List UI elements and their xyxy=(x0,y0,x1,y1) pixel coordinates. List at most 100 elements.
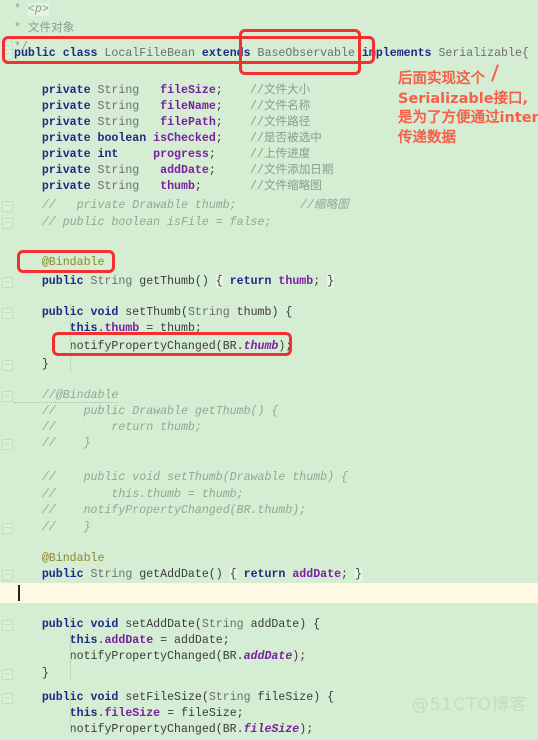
code-token-cmti: // public Drawable getThumb() { xyxy=(14,405,279,418)
code-line[interactable]: @Bindable xyxy=(0,253,538,273)
code-token-typ: Serializable{ xyxy=(438,47,529,60)
fold-toggle-icon[interactable] xyxy=(2,201,13,212)
fold-toggle-icon[interactable] xyxy=(2,570,13,581)
code-token-cmt: * 文件对象 xyxy=(14,22,75,35)
code-token-fld: thumb xyxy=(104,322,140,335)
code-token-pl: } xyxy=(14,667,49,680)
fold-toggle-icon[interactable] xyxy=(2,620,13,631)
code-line[interactable]: // } xyxy=(0,518,538,538)
code-token-typ: String xyxy=(187,306,237,319)
fold-toggle-icon[interactable] xyxy=(2,693,13,704)
code-token-pl: notifyPropertyChanged(BR. xyxy=(14,650,244,663)
code-line[interactable]: public String getAddDate() { return addD… xyxy=(0,565,538,585)
fold-toggle-icon[interactable] xyxy=(2,308,13,319)
code-token-cmti: // } xyxy=(14,437,91,450)
code-token-kw: extends xyxy=(201,47,258,60)
fold-toggle-icon[interactable] xyxy=(2,360,13,371)
code-token-pl: setFileSize( xyxy=(125,691,209,704)
code-line[interactable]: * <p> xyxy=(0,0,538,20)
code-token-kw: this xyxy=(14,707,98,720)
code-token-brace: } xyxy=(327,275,335,288)
code-token-cmti: // return thumb; xyxy=(14,421,202,434)
fold-toggle-icon[interactable] xyxy=(2,439,13,450)
code-token-typ: String xyxy=(208,691,258,704)
code-line[interactable]: * 文件对象 xyxy=(0,19,538,39)
code-token-cmt: * xyxy=(14,3,28,16)
code-token-pl: notifyPropertyChanged(BR. xyxy=(14,340,244,353)
code-token-pl: fileSize) { xyxy=(257,691,335,704)
fold-toggle-icon[interactable] xyxy=(2,218,13,229)
code-token-fldi: fileSize xyxy=(243,723,300,736)
code-token-pl: ); xyxy=(299,723,314,736)
code-token-kw: this xyxy=(14,634,98,647)
code-token-kw: return xyxy=(236,568,293,581)
code-token-ann: @Bindable xyxy=(14,552,105,565)
code-token-ann: @Bindable xyxy=(14,256,105,269)
code-line[interactable]: this.thumb = thumb; xyxy=(0,319,538,339)
code-token-pl: ); xyxy=(292,650,307,663)
code-line[interactable]: public String getThumb() { return thumb;… xyxy=(0,272,538,292)
fold-toggle-icon[interactable] xyxy=(2,391,13,402)
code-token-pl: notifyPropertyChanged(BR. xyxy=(14,723,244,736)
code-token-kw: public xyxy=(14,275,91,288)
code-token-pl: = thumb; xyxy=(139,322,202,335)
code-token-cmti squig: //@Bindable xyxy=(14,389,119,403)
code-token-cmti: // public void setThumb(Drawable thumb) … xyxy=(14,471,348,484)
fold-toggle-icon[interactable] xyxy=(2,277,13,288)
code-token-typ: LocalFileBean xyxy=(104,47,202,60)
code-editor[interactable]: * <p> * 文件对象 */public class LocalFileBean … xyxy=(0,0,538,736)
code-token-fldi: thumb xyxy=(243,340,279,353)
red-annotation-note: 后面实现这个 Serializable接口, 是为了方便通过intent 传递数… xyxy=(398,71,538,146)
code-line[interactable]: public class LocalFileBean extends BaseO… xyxy=(0,44,538,64)
code-token-cmti: // public boolean isFile = false; xyxy=(14,216,272,229)
code-token-pl: = addDate; xyxy=(153,634,230,647)
code-token-pl: thumb) { xyxy=(236,306,293,319)
code-token-brace: } xyxy=(354,568,362,581)
code-token-pl: addDate) { xyxy=(250,618,321,631)
code-token-kw: public class xyxy=(14,47,105,60)
code-token-pl: ; xyxy=(341,568,355,581)
code-token-pl: getThumb() xyxy=(139,275,216,288)
code-token-pl: setThumb( xyxy=(125,306,188,319)
code-line[interactable]: notifyPropertyChanged(BR.fileSize); xyxy=(0,720,538,740)
watermark: @51CTO博客 xyxy=(411,695,528,715)
trailing-comment: //文件缩略图 xyxy=(250,180,322,193)
code-token-fld: addDate xyxy=(292,568,342,581)
code-line[interactable] xyxy=(0,590,538,610)
fold-toggle-icon[interactable] xyxy=(2,49,13,60)
code-token-fld: fileSize xyxy=(104,707,161,720)
code-token-cmti: // notifyPropertyChanged(BR.thumb); xyxy=(14,504,307,517)
code-token-typ: String xyxy=(90,275,140,288)
code-line[interactable]: // } xyxy=(0,434,538,454)
code-token-kw: public xyxy=(14,568,91,581)
fold-toggle-icon[interactable] xyxy=(2,523,13,534)
code-token-brace: { xyxy=(215,275,223,288)
code-token-fldi: addDate xyxy=(243,650,293,663)
code-token-kw: implements xyxy=(361,47,439,60)
code-token-pl: ; xyxy=(313,275,328,288)
code-token-pl: setAddDate( xyxy=(125,618,202,631)
code-token-typ: String xyxy=(90,568,140,581)
code-token-typ: BaseObservable xyxy=(257,47,362,60)
code-token-cmti: // this.thumb = thumb; xyxy=(14,488,244,501)
code-token-kw: return xyxy=(222,275,279,288)
code-token-fld: thumb xyxy=(278,275,314,288)
code-token-pl: = fileSize; xyxy=(160,707,244,720)
code-token-fld: addDate xyxy=(104,634,154,647)
code-line[interactable]: notifyPropertyChanged(BR.thumb); xyxy=(0,337,538,357)
code-token-pl: } xyxy=(14,358,49,371)
code-token-kw: this xyxy=(14,322,98,335)
indent-guide xyxy=(70,303,71,373)
code-line[interactable]: } xyxy=(0,355,538,375)
fold-toggle-icon[interactable] xyxy=(2,669,13,680)
code-line[interactable]: } xyxy=(0,664,538,684)
code-line[interactable]: // public boolean isFile = false; xyxy=(0,213,538,233)
code-token-tag: <p> xyxy=(27,3,49,16)
code-token-pl: ); xyxy=(278,340,293,353)
code-token-pl: getAddDate() xyxy=(139,568,230,581)
indent-guide xyxy=(70,615,71,681)
code-token-typ: String xyxy=(201,618,251,631)
code-token-brace: { xyxy=(229,568,237,581)
indent-guide xyxy=(70,688,71,733)
code-token-cmti: // } xyxy=(14,521,91,534)
